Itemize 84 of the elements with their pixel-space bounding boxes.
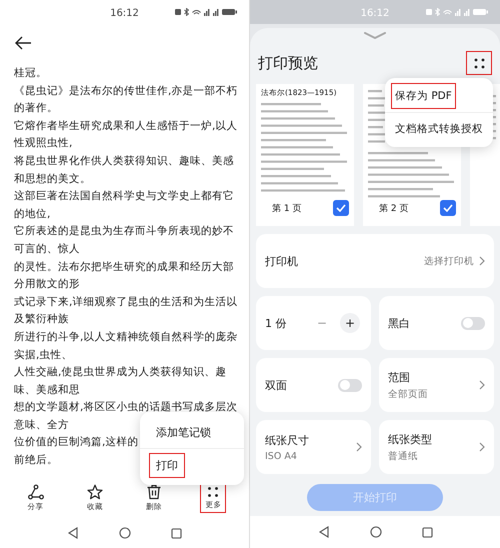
page-checkbox[interactable] [440,200,456,216]
text-line: 这部巨著在法国自然科学史与文学史上都有它 [14,189,234,204]
chevron-right-icon [479,256,485,266]
home-icon[interactable] [119,527,131,539]
wifi-icon [192,9,201,15]
text-line: 桂冠。 [14,66,47,81]
more-icon [474,58,484,68]
toggle-switch[interactable] [338,378,362,392]
text-line: 人性交融,使昆虫世界成为人类获得知识、趣 [14,365,226,380]
page-label: 第 1 页 [269,202,304,214]
text-line: 可言的、惊人 [14,242,80,257]
battery-icon [473,9,488,15]
card-label: 范围 [388,370,411,384]
card-label: 纸张尺寸 [265,432,309,448]
wifi-icon [443,9,452,15]
text-line: 的著作。 [14,101,58,116]
sheet-title: 打印预览 [258,54,318,72]
text-line: 实据,虫性、 [14,348,72,362]
home-icon[interactable] [370,526,382,538]
option-card[interactable]: 黑白 [379,296,494,350]
text-line: 它所表述的是昆虫为生存而斗争所表现的妙不 [14,224,234,240]
card-label: 打印机 [265,254,298,268]
more-button[interactable] [466,51,492,75]
text-line: 和思想的美文。 [14,172,91,187]
toggle-switch[interactable] [461,316,485,330]
text-line: 它熔作者毕生研究成果和人生感悟于一炉,以人 [14,118,238,134]
star-icon [86,484,103,500]
card-label: 双面 [265,378,287,392]
trash-icon [146,484,162,500]
card-label: 黑白 [388,316,410,330]
card-value: ISO A4 [265,450,298,462]
text-line: 意味、全方 [14,418,69,433]
menu-item[interactable]: 打印 [149,452,185,478]
card-value: 选择打印机 [424,254,474,268]
signal-icon [204,8,210,16]
text-line: 位价值的巨制鸿篇,这样的 [14,435,138,450]
text-line: 性观照虫性, [14,136,72,152]
signal-icon [213,8,219,16]
signal-icon [464,8,470,16]
text-line: 味、美感和思 [14,382,80,398]
bluetooth-icon [184,8,189,16]
back-nav-icon[interactable] [318,526,330,538]
notification-icon [175,9,181,15]
text-line: 式记录下来,详细观察了昆虫的生活和为生活以 [14,294,238,310]
option-card[interactable]: 范围 全部页面 [379,358,494,412]
share-icon [28,484,44,500]
card-label: 1 份 [265,316,286,330]
notification-icon [426,9,432,15]
page-label: 第 2 页 [376,202,412,214]
text-line: 的地位, [14,206,50,222]
printer-card[interactable]: 打印机 选择打印机 [256,234,494,288]
text-line: 前绝后。 [14,453,58,468]
option-card[interactable]: 纸张尺寸 ISO A4 [256,420,371,474]
option-card[interactable]: 纸张类型 普通纸 [379,420,494,474]
text-line: 及繁衍种族 [14,312,69,328]
text-line: 的灵性。法布尔把毕生研究的成果和经历大部 [14,260,234,275]
signal-icon [455,8,461,16]
status-time: 16:12 [110,8,139,18]
text-line: 《昆虫记》是法布尔的传世佳作,亦是一部不朽 [14,84,238,99]
text-line: 将昆虫世界化作供人类获得知识、趣味、美感 [14,154,234,169]
text-line: 分用散文的形 [14,277,80,292]
increment-button[interactable]: + [340,313,360,333]
card-value: 普通纸 [388,450,419,462]
text-line: 想的文学题材,将区区小虫的话题书写成多层次 [14,400,238,416]
chevron-right-icon [356,442,362,452]
check-icon [336,204,346,212]
more-icon [207,486,220,498]
menu-item[interactable]: 添加笔记锁 [149,420,218,444]
back-icon[interactable] [14,36,32,50]
battery-icon [222,9,237,15]
option-card[interactable]: 双面 [256,358,371,412]
menu-item[interactable]: 保存为 PDF [391,83,456,109]
chevron-right-icon [479,442,485,452]
chevron-right-icon [479,380,485,390]
recents-icon[interactable] [171,528,182,538]
card-label: 纸张类型 [388,432,432,446]
option-card[interactable]: 1 份 − + [256,296,371,350]
back-nav-icon[interactable] [67,527,79,539]
card-value: 全部页面 [388,388,428,400]
text-line: 所进行的斗争,以人文精神统领自然科学的庞杂 [14,330,238,345]
bluetooth-icon [435,8,440,16]
check-icon [443,204,453,212]
page-checkbox[interactable] [333,200,349,216]
recents-icon[interactable] [422,526,432,538]
